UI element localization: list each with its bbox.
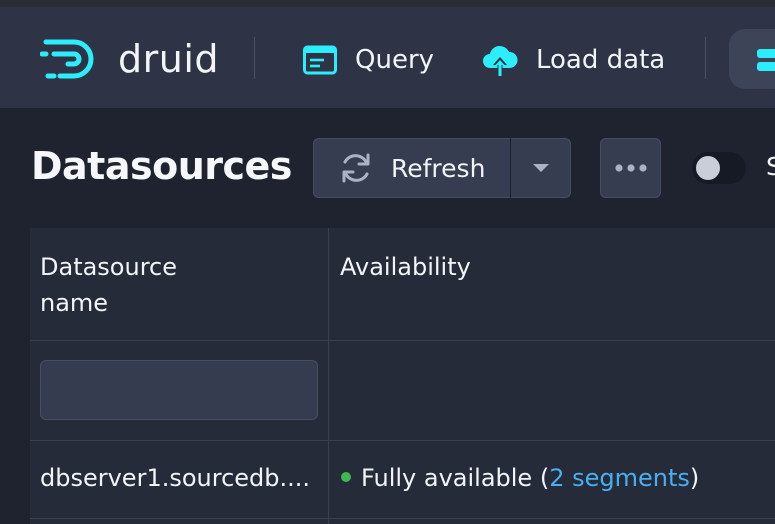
application-icon bbox=[303, 45, 337, 75]
more-icon bbox=[614, 164, 647, 172]
navbar-more-button[interactable] bbox=[729, 29, 775, 89]
filter-row-divider bbox=[30, 440, 775, 441]
toggle-switch[interactable] bbox=[692, 152, 746, 184]
availability-text: Fully available bbox=[361, 464, 533, 492]
column-header-line: Datasource bbox=[40, 253, 178, 281]
druid-logo[interactable]: druid bbox=[40, 34, 219, 84]
nav-load-data[interactable]: Load data bbox=[482, 40, 665, 80]
availability-paren-open: ( bbox=[539, 464, 550, 492]
column-header-line: name bbox=[40, 289, 109, 317]
nav-load-data-label: Load data bbox=[536, 45, 666, 75]
nav-query[interactable]: Query bbox=[303, 40, 434, 80]
datasources-view: Datasources Refresh S Datasource name Av… bbox=[0, 108, 775, 524]
navbar-divider bbox=[705, 37, 706, 79]
segments-link[interactable]: 2 segments bbox=[549, 464, 690, 492]
datasource-name-cell[interactable]: dbserver1.sourcedb.... bbox=[40, 460, 310, 496]
window-top-border bbox=[0, 0, 775, 7]
more-options-button[interactable] bbox=[600, 138, 661, 198]
refresh-icon bbox=[342, 153, 370, 183]
column-divider bbox=[328, 228, 329, 524]
availability-paren-close: ) bbox=[689, 464, 700, 492]
refresh-options-button[interactable] bbox=[511, 138, 571, 198]
datasources-table: Datasource name Availability dbserver1.s… bbox=[30, 228, 775, 524]
data-row-divider bbox=[30, 518, 775, 519]
column-header-datasource-name[interactable]: Datasource name bbox=[40, 249, 177, 321]
cloud-upload-icon bbox=[483, 45, 518, 76]
database-icon bbox=[757, 49, 775, 71]
toggle-knob bbox=[696, 156, 720, 180]
toggle-label: S bbox=[766, 152, 775, 181]
navbar-divider bbox=[254, 37, 255, 79]
refresh-button-group: Refresh bbox=[313, 138, 571, 198]
top-navbar: druid Query Load data bbox=[0, 7, 775, 108]
datasource-filter-input[interactable] bbox=[40, 360, 318, 420]
datasource-name: dbserver1.sourcedb.... bbox=[40, 464, 311, 492]
availability-cell: Fully available (2 segments) bbox=[341, 460, 699, 496]
nav-query-label: Query bbox=[355, 45, 435, 75]
header-row-divider bbox=[30, 340, 775, 341]
druid-logo-icon bbox=[40, 39, 94, 79]
refresh-label: Refresh bbox=[391, 153, 486, 183]
logo-text: druid bbox=[118, 37, 220, 81]
refresh-button[interactable]: Refresh bbox=[313, 138, 510, 198]
column-header-availability[interactable]: Availability bbox=[340, 249, 471, 285]
available-status-dot bbox=[341, 472, 351, 482]
caret-down-icon bbox=[533, 164, 549, 172]
page-title: Datasources bbox=[31, 144, 292, 188]
column-header-line: Availability bbox=[340, 253, 471, 281]
